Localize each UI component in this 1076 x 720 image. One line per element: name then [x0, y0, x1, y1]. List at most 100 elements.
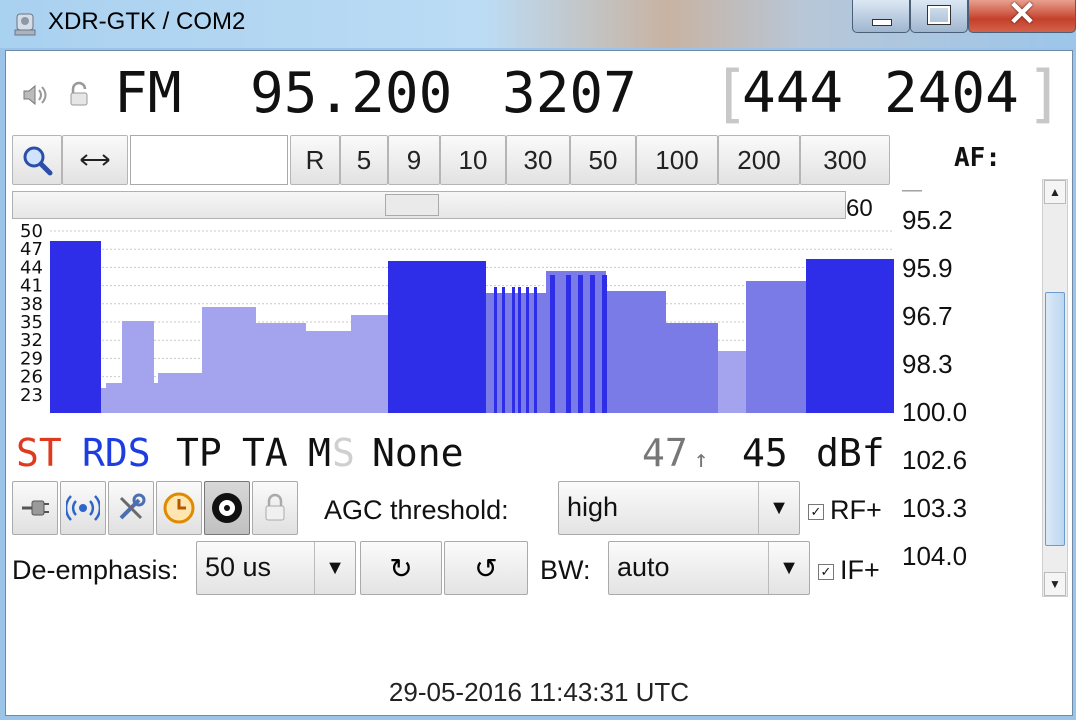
pty-display: None: [372, 431, 464, 475]
step-button-30[interactable]: 30: [506, 135, 570, 185]
signal-spike: [602, 275, 607, 413]
signal-bars: [50, 241, 894, 413]
slider-value: 60: [846, 195, 873, 222]
extra-value-1: 444: [742, 61, 844, 126]
signal-spike: [502, 287, 505, 413]
y-axis-ticks: 50474441383532292623: [20, 223, 43, 406]
signal-bar: [256, 323, 306, 413]
af-list[interactable]: — 95.2 95.9 96.7 98.3 100.0 102.6 103.3 …: [894, 179, 1034, 599]
af-list-item[interactable]: 103.3: [902, 493, 967, 524]
af-list-item[interactable]: 100.0: [902, 397, 967, 428]
if-plus-label: IF+: [840, 555, 880, 585]
lock-button[interactable]: [252, 481, 298, 535]
ta-indicator: TA: [242, 431, 288, 475]
close-button[interactable]: ✕: [968, 0, 1076, 33]
window-title: XDR-GTK / COM2: [48, 8, 246, 35]
frequency-entry[interactable]: [130, 135, 288, 185]
af-list-item[interactable]: 95.9: [902, 253, 953, 284]
bw-select[interactable]: auto ▼: [608, 541, 810, 595]
swap-arrows-icon: [80, 154, 110, 166]
af-list-item[interactable]: 102.6: [902, 445, 967, 476]
frequency-display[interactable]: 95.200: [250, 61, 452, 126]
maximize-button[interactable]: [910, 0, 968, 33]
lock-icon[interactable]: [66, 81, 92, 109]
step-button-5[interactable]: 5: [340, 135, 388, 185]
agc-select[interactable]: high ▼: [558, 481, 800, 535]
rotate-antenna-right-button[interactable]: ↺: [444, 541, 528, 595]
checkbox-box[interactable]: ✓: [808, 503, 824, 520]
signal-bar: [158, 373, 202, 413]
af-scrollbar[interactable]: ▲ ▼: [1042, 179, 1068, 597]
app-icon: [14, 13, 36, 36]
scroll-up-button[interactable]: ▲: [1044, 180, 1066, 204]
bw-label: BW:: [540, 555, 591, 585]
bw-value: auto: [617, 552, 670, 582]
step-button-200[interactable]: 200: [718, 135, 800, 185]
schedule-button[interactable]: [156, 481, 202, 535]
settings-button[interactable]: [108, 481, 154, 535]
signal-bar: [666, 323, 718, 413]
signal-bar: [351, 315, 388, 413]
signal-bar: [154, 383, 158, 413]
chevron-down-icon: ▼: [768, 542, 809, 594]
step-button-50[interactable]: 50: [570, 135, 636, 185]
signal-bar: [388, 261, 486, 413]
plug-icon: [22, 500, 49, 516]
chevron-down-icon: ▼: [1049, 577, 1061, 591]
signal-bar: [50, 241, 101, 413]
checkbox-box[interactable]: ✓: [818, 563, 834, 580]
af-list-item[interactable]: 95.2: [902, 205, 953, 236]
step-button-300[interactable]: 300: [800, 135, 890, 185]
step-button-10[interactable]: 10: [440, 135, 506, 185]
deemphasis-label: De-emphasis:: [12, 555, 179, 585]
scan-button[interactable]: [12, 135, 62, 185]
title-bar[interactable]: XDR-GTK / COM2 ✕: [0, 0, 1076, 48]
datetime-status: 29-05-2016 11:43:31 UTC: [388, 677, 690, 707]
rf-plus-checkbox[interactable]: ✓ RF+: [808, 495, 882, 526]
maximize-icon: [927, 5, 951, 25]
chevron-down-icon: ▼: [314, 542, 355, 594]
chevron-up-icon: ▲: [1049, 185, 1061, 199]
deemphasis-select[interactable]: 50 us ▼: [196, 541, 356, 595]
speaker-icon[interactable]: [20, 81, 50, 109]
scan-slider[interactable]: [12, 191, 846, 219]
signal-spike: [534, 287, 537, 413]
extra-value-2: 2404: [884, 61, 1019, 126]
step-button-9[interactable]: 9: [388, 135, 440, 185]
agc-value: high: [567, 492, 619, 522]
signal-bar: [746, 281, 806, 413]
signal-spike: [578, 275, 583, 413]
af-list-item[interactable]: 98.3: [902, 349, 953, 380]
deemphasis-value: 50 us: [205, 552, 272, 582]
agc-label: AGC threshold:: [324, 495, 509, 525]
connect-button[interactable]: [12, 481, 58, 535]
minimize-button[interactable]: [852, 0, 910, 33]
tp-indicator: TP: [176, 431, 222, 475]
record-button[interactable]: [204, 481, 250, 535]
clock-icon: [163, 492, 195, 524]
af-list-item[interactable]: 96.7: [902, 301, 953, 332]
signal-spike: [512, 287, 515, 413]
close-icon: ✕: [1007, 0, 1037, 33]
spectrum-graph[interactable]: 50474441383532292623: [6, 223, 906, 423]
scroll-thumb[interactable]: [1045, 292, 1065, 546]
if-plus-checkbox[interactable]: ✓ IF+: [818, 555, 880, 586]
chevron-down-icon: ▼: [758, 482, 799, 534]
af-list-item[interactable]: 104.0: [902, 541, 967, 572]
rotate-antenna-left-button[interactable]: ↻: [360, 541, 442, 595]
tools-icon: [119, 493, 146, 520]
signal-spike: [566, 275, 571, 413]
slider-handle[interactable]: [385, 194, 439, 216]
rds-button[interactable]: [60, 481, 106, 535]
signal-unit: dBf: [816, 431, 885, 475]
mode-display: FM: [114, 61, 182, 126]
signal-spike: [518, 287, 521, 413]
signal-bar: [606, 291, 666, 413]
step-button-100[interactable]: 100: [636, 135, 718, 185]
scroll-down-button[interactable]: ▼: [1044, 572, 1066, 596]
pi-code-display: 3207: [502, 61, 637, 126]
swap-button[interactable]: [62, 135, 128, 185]
signal-spike: [550, 275, 555, 413]
signal-spike: [526, 287, 529, 413]
step-button-r[interactable]: R: [290, 135, 340, 185]
